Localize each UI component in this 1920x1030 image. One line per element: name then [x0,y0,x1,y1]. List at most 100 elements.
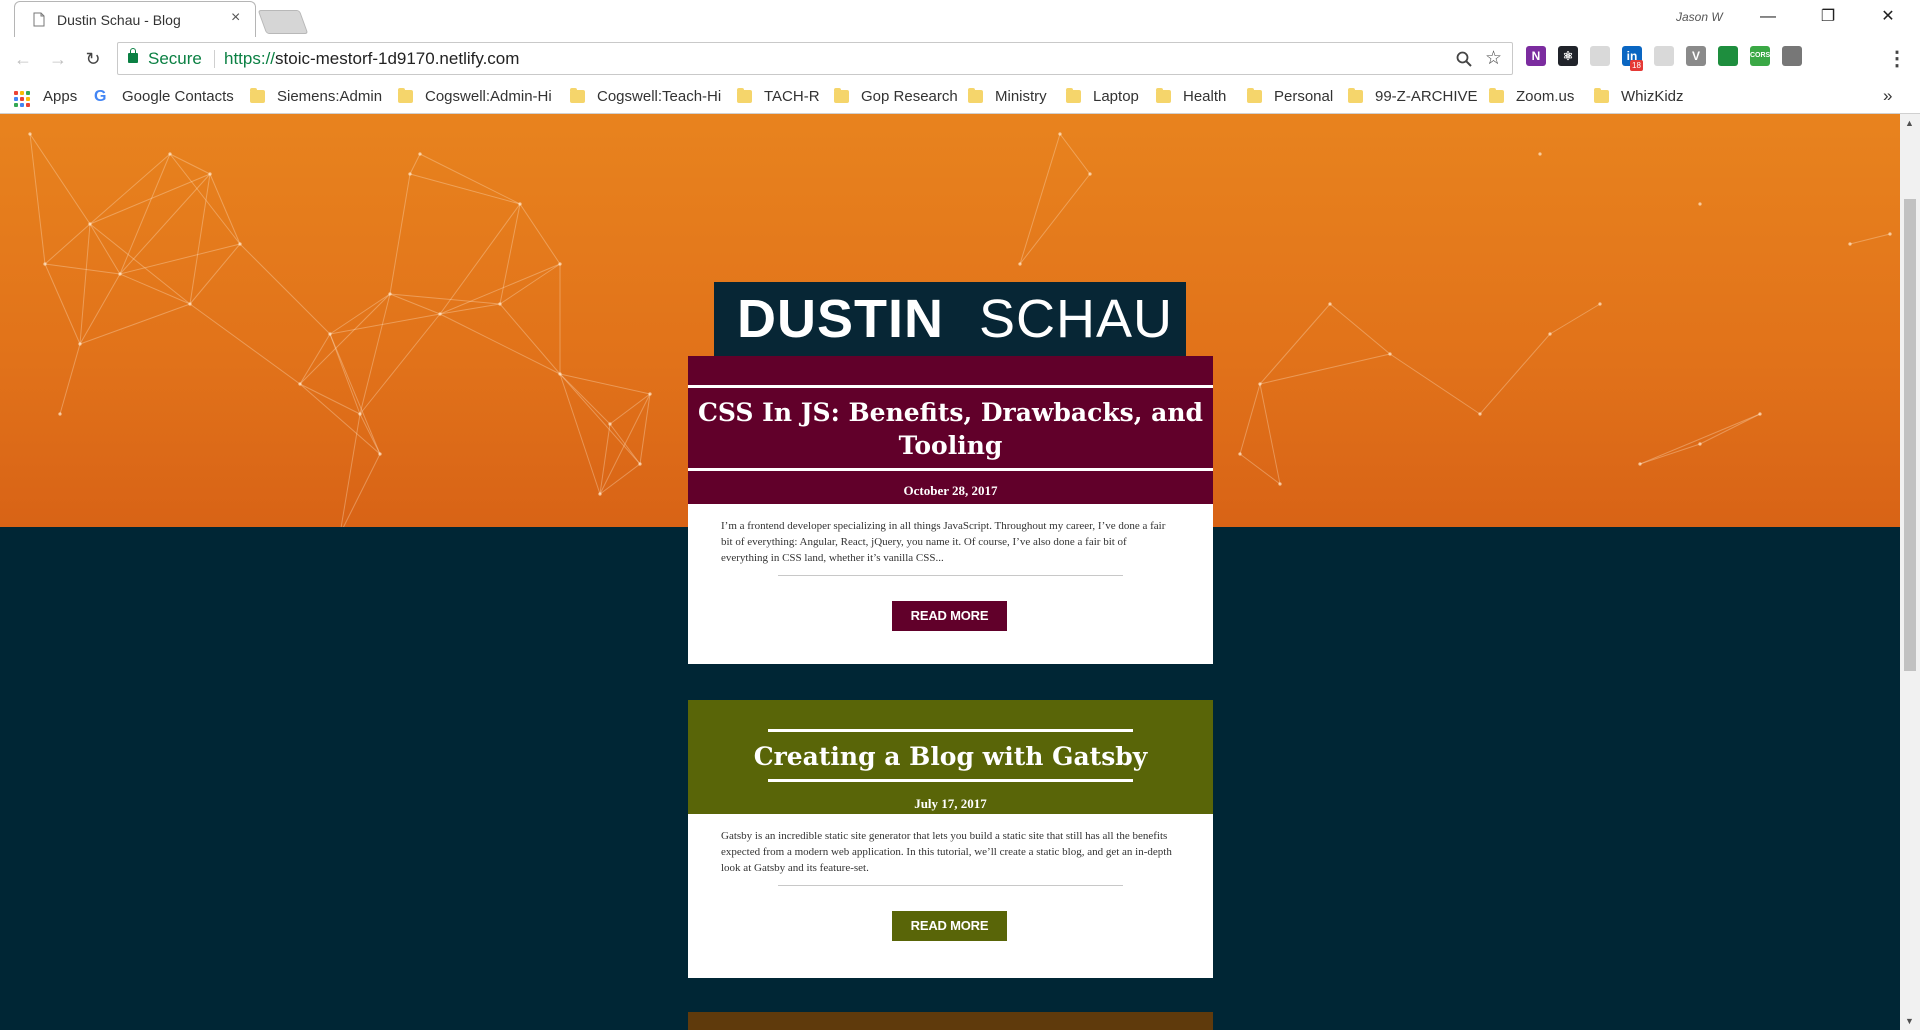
network-line [1239,383,1261,455]
network-line [209,173,241,245]
url-text[interactable]: https://stoic-mestorf-1d9170.netlify.com [224,49,519,69]
network-node [408,172,412,176]
network-node [28,132,32,136]
google-g-icon: G [94,88,107,105]
network-node [1698,202,1702,206]
bookmark-item[interactable]: Cogswell:Teach-Hi [597,88,721,105]
network-line [169,153,241,245]
bookmark-item[interactable]: Siemens:Admin [277,88,382,105]
bookmark-item[interactable]: 99-Z-ARCHIVE [1375,88,1478,105]
close-window-button[interactable]: ✕ [1873,6,1903,28]
bookmark-item[interactable]: Gop Research [861,88,958,105]
network-line [1259,303,1331,385]
network-line [342,453,381,527]
new-tab-button[interactable] [257,10,309,34]
cors-icon[interactable]: CORS [1750,46,1770,66]
react-devtools-icon[interactable]: ⚛ [1558,46,1578,66]
lock-icon [128,48,138,63]
address-bar[interactable]: Secure https://stoic-mestorf-1d9170.netl… [117,42,1513,75]
bookmark-item[interactable]: WhizKidz [1621,88,1684,105]
puzzle-ext-icon[interactable] [1782,46,1802,66]
menu-icon[interactable]: ⋮ [1886,48,1908,70]
page-viewport: DUSTIN SCHAU CSS In JS: Benefits, Drawba… [0,114,1900,1030]
bookmark-item[interactable]: Laptop [1093,88,1139,105]
post-title[interactable]: Creating a Blog with Gatsby [688,740,1213,773]
network-line [119,273,191,305]
onenote-icon[interactable]: N [1526,46,1546,66]
forward-button[interactable]: → [47,48,69,70]
notification-badge: 18 [1630,60,1643,71]
bookmark-item[interactable]: TACH-R [764,88,820,105]
bookmark-item[interactable]: Personal [1274,88,1333,105]
network-line [1699,413,1761,445]
tab-close-icon[interactable]: × [231,10,240,26]
site-logo[interactable]: DUSTIN SCHAU [714,282,1186,360]
network-line [1329,303,1391,355]
post-title-line: Tooling [898,431,1003,460]
network-node [518,202,522,206]
network-line [1639,443,1701,465]
post-header: Creating a Blog with Gatsby July 17, 201… [688,700,1213,814]
bookmark-item[interactable]: Google Contacts [122,88,234,105]
network-line [329,333,361,415]
url-host: stoic-mestorf-1d9170.netlify.com [275,49,520,68]
vue-icon[interactable]: V [1686,46,1706,66]
network-line [389,173,411,295]
restore-button[interactable]: ❐ [1813,6,1843,28]
bookmark-item[interactable]: Ministry [995,88,1047,105]
network-node [78,342,82,346]
post-card: CSS In JS: Benefits, Drawbacks, and Tool… [688,356,1213,664]
network-line [1059,133,1091,175]
network-line [189,303,301,385]
network-node [1698,442,1702,446]
network-node [1548,332,1552,336]
bookmark-item[interactable]: Health [1183,88,1226,105]
network-node [638,462,642,466]
omnibox-divider [214,50,215,68]
scroll-up-icon[interactable]: ▲ [1905,118,1914,128]
network-node [418,152,422,156]
network-line [1259,383,1281,485]
apps-grid-icon[interactable] [14,91,30,107]
network-line [1479,333,1551,415]
network-line [519,203,561,265]
scroll-down-icon[interactable]: ▼ [1905,1016,1914,1026]
back-button[interactable]: ← [12,48,34,70]
network-line [499,263,561,305]
bookmark-item[interactable]: Cogswell:Admin-Hi [425,88,552,105]
scrollbar-thumb[interactable] [1904,199,1916,671]
minimize-button[interactable]: — [1753,6,1783,28]
bookmark-apps[interactable]: Apps [43,88,77,105]
circle-ext-icon[interactable] [1590,46,1610,66]
browser-toolbar: ← → ↻ Secure https://stoic-mestorf-1d917… [0,37,1920,82]
network-node [1088,172,1092,176]
magnifier-icon[interactable] [1456,51,1472,67]
folder-icon [1156,88,1171,103]
network-line [1849,233,1891,245]
browser-tab[interactable]: Dustin Schau - Blog × [14,1,256,37]
network-node [1758,412,1762,416]
network-node [1058,132,1062,136]
reload-button[interactable]: ↻ [82,48,104,70]
bookmark-item[interactable]: Zoom.us [1516,88,1574,105]
swirl-ext-icon[interactable] [1654,46,1674,66]
search-ext-icon[interactable] [1718,46,1738,66]
network-line [119,153,171,275]
title-rule-top [768,729,1133,732]
read-more-button[interactable]: READ MORE [892,911,1007,941]
post-title[interactable]: CSS In JS: Benefits, Drawbacks, and Tool… [688,396,1213,462]
network-node [1538,152,1542,156]
tab-strip: Dustin Schau - Blog × Jason W — ❐ ✕ [0,0,1920,37]
folder-icon [570,88,585,103]
secure-label: Secure [148,49,202,68]
network-line [329,333,381,455]
star-icon[interactable]: ☆ [1485,47,1502,70]
page-icon [33,12,45,27]
title-rule-bottom [768,779,1133,782]
page-scrollbar[interactable]: ▲ ▼ [1900,114,1920,1030]
read-more-button[interactable]: READ MORE [892,601,1007,631]
folder-icon [834,88,849,103]
post-excerpt: I’m a frontend developer specializing in… [721,520,1166,564]
profile-name[interactable]: Jason W [1676,10,1723,24]
bookmarks-overflow-button[interactable]: » [1883,86,1892,106]
